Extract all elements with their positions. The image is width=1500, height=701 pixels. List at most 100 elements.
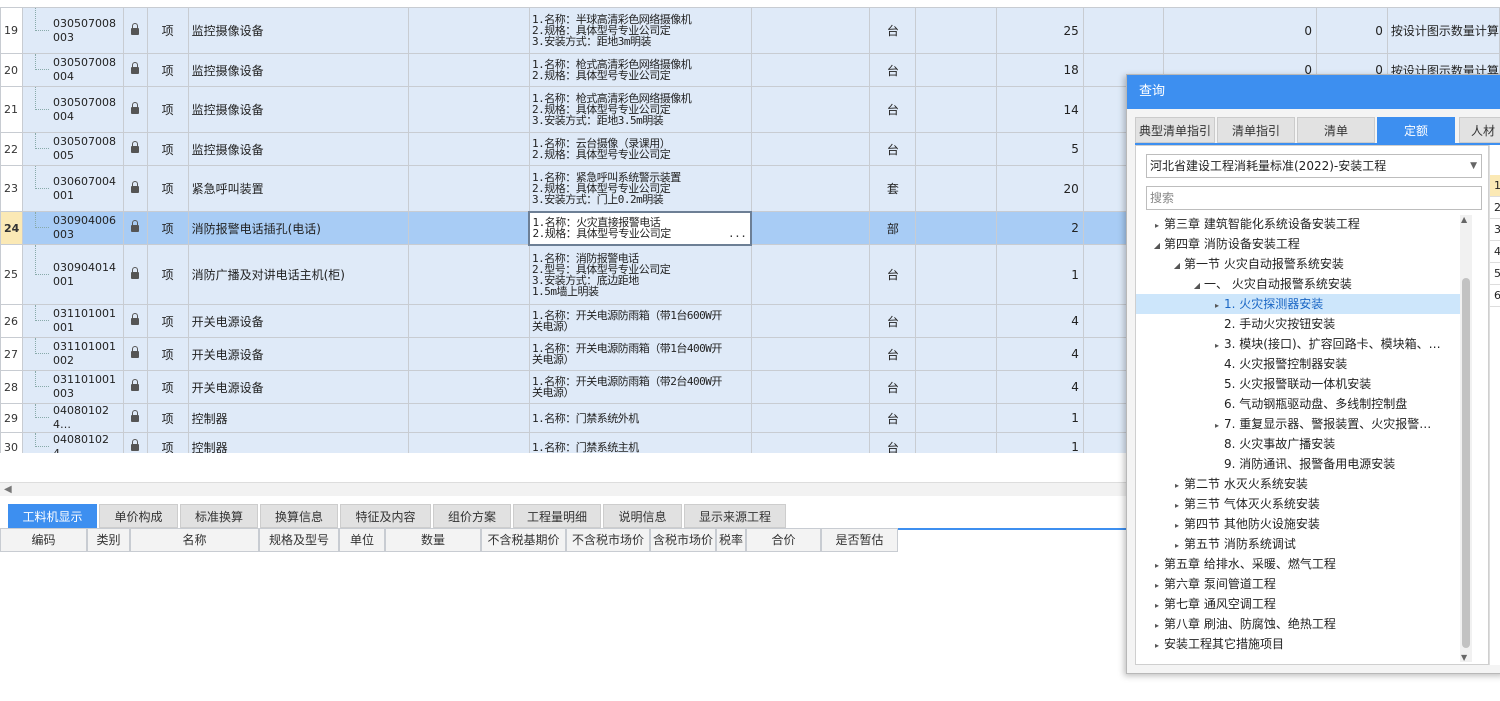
collapse-icon[interactable]: ◢	[1190, 276, 1204, 294]
tree-node[interactable]: ▸ 安装工程其它措施项目	[1136, 634, 1470, 654]
expand-icon[interactable]: ▸	[1170, 536, 1184, 554]
expand-icon[interactable]: ▸	[1150, 216, 1164, 234]
bottom-tab[interactable]: 组价方案	[433, 504, 511, 528]
scroll-down-icon[interactable]: ▼	[1461, 653, 1467, 662]
tree-node[interactable]: ▸ 第七章 通风空调工程	[1136, 594, 1470, 614]
lock-icon[interactable]	[131, 379, 140, 391]
column-header[interactable]: 类别	[87, 528, 130, 552]
tree-node[interactable]: ▸ 3. 模块(接口)、扩容回路卡、模块箱、…	[1136, 334, 1470, 354]
item-unit[interactable]: 台	[869, 337, 917, 371]
lock-icon[interactable]	[131, 22, 140, 35]
item-features[interactable]: 1.名称：门禁系统外机	[528, 403, 752, 433]
quota-row-number[interactable]: 1	[1490, 175, 1500, 197]
item-code[interactable]: 030607004001	[21, 165, 124, 212]
item-code[interactable]: 040801024…	[21, 432, 124, 453]
more-icon[interactable]: ···	[728, 231, 747, 242]
row-number[interactable]: 26	[0, 304, 23, 338]
column-header[interactable]: 不含税市场价	[566, 528, 650, 552]
tree-node[interactable]: ▸ 第二节 水灭火系统安装	[1136, 474, 1470, 494]
tree-node[interactable]: 8. 火灾事故广播安装	[1136, 434, 1470, 454]
item-quantity[interactable]: 4	[996, 370, 1084, 404]
bottom-tab[interactable]: 换算信息	[260, 504, 338, 528]
item-code[interactable]: 031101001003	[21, 370, 124, 404]
column-header[interactable]: 编码	[0, 528, 87, 552]
item-code[interactable]: 030904014001	[21, 244, 124, 305]
item-value-1[interactable]: 0	[1162, 7, 1318, 54]
query-tab[interactable]: 典型清单指引	[1135, 117, 1215, 143]
row-number[interactable]: 20	[0, 53, 23, 87]
lock-icon[interactable]	[131, 220, 140, 232]
item-quantity[interactable]: 4	[996, 304, 1084, 338]
bottom-tab[interactable]: 特征及内容	[340, 504, 431, 528]
column-header[interactable]: 单位	[339, 528, 385, 552]
item-calc-rule[interactable]: 按设计图示数量计算	[1386, 7, 1500, 54]
item-type[interactable]: 项	[146, 211, 189, 245]
item-name[interactable]: 开关电源设备	[187, 304, 410, 338]
item-features[interactable]: 1.名称：枪式高清彩色网络摄像机 2.规格：具体型号专业公司定	[528, 53, 752, 87]
item-features[interactable]: 1.名称：云台摄像（录课用） 2.规格：具体型号专业公司定	[528, 132, 752, 166]
tree-node[interactable]: ▸ 第三节 气体灭火系统安装	[1136, 494, 1470, 514]
expand-icon[interactable]: ▸	[1150, 616, 1164, 634]
item-code[interactable]: 040801024…	[21, 403, 124, 433]
tree-node[interactable]: 9. 消防通讯、报警备用电源安装	[1136, 454, 1470, 474]
tree-node[interactable]: ▸ 第六章 泵间管道工程	[1136, 574, 1470, 594]
bottom-tab[interactable]: 工程量明细	[513, 504, 601, 528]
row-number[interactable]: 27	[0, 337, 23, 371]
item-unit[interactable]: 台	[869, 86, 917, 133]
item-unit[interactable]: 台	[869, 304, 917, 338]
item-name[interactable]: 开关电源设备	[187, 337, 410, 371]
item-type[interactable]: 项	[146, 304, 189, 338]
bottom-tab[interactable]: 单价构成	[99, 504, 178, 528]
lock-icon[interactable]	[131, 410, 140, 422]
bottom-tab[interactable]: 说明信息	[603, 504, 682, 528]
tree-node[interactable]: ◢ 第一节 火灾自动报警系统安装	[1136, 254, 1470, 274]
expand-icon[interactable]: ▸	[1210, 296, 1224, 314]
quota-row-number[interactable]: 5	[1490, 263, 1500, 285]
bottom-tab[interactable]: 标准换算	[180, 504, 258, 528]
item-name[interactable]: 监控摄像设备	[187, 132, 410, 166]
item-value-2[interactable]: 0	[1316, 7, 1388, 54]
item-quantity[interactable]: 1	[996, 403, 1084, 433]
row-number[interactable]: 24	[0, 211, 23, 245]
bottom-tab[interactable]: 工料机显示	[8, 504, 97, 528]
column-header[interactable]: 数量	[385, 528, 481, 552]
item-quantity[interactable]: 5	[996, 132, 1084, 166]
item-code[interactable]: 030904006003	[21, 211, 124, 245]
query-tab[interactable]: 人材	[1459, 117, 1500, 143]
item-name[interactable]: 消防报警电话插孔(电话)	[187, 211, 410, 245]
item-code[interactable]: 030507008004	[21, 86, 124, 133]
tree-node[interactable]: ▸ 第四节 其他防火设施安装	[1136, 514, 1470, 534]
item-unit[interactable]: 套	[869, 165, 917, 212]
item-name[interactable]: 监控摄像设备	[187, 7, 410, 54]
expand-icon[interactable]: ▸	[1150, 556, 1164, 574]
query-tab[interactable]: 清单指引	[1217, 117, 1295, 143]
item-name[interactable]: 控制器	[187, 403, 410, 433]
column-header[interactable]: 含税市场价	[650, 528, 716, 552]
item-type[interactable]: 项	[146, 337, 189, 371]
lock-icon[interactable]	[131, 62, 140, 74]
item-quantity[interactable]: 4	[996, 337, 1084, 371]
tree-node[interactable]: ▸ 第三章 建筑智能化系统设备安装工程	[1136, 214, 1470, 234]
library-select[interactable]: 河北省建设工程消耗量标准(2022)-安装工程 ▼	[1146, 154, 1482, 178]
item-code[interactable]: 030507008005	[21, 132, 124, 166]
item-features[interactable]: 1.名称：半球高清彩色网络摄像机 2.规格：具体型号专业公司定 3.安装方式：距…	[528, 7, 752, 54]
item-unit[interactable]: 台	[869, 432, 917, 453]
item-features[interactable]: 1.名称：枪式高清彩色网络摄像机 2.规格：具体型号专业公司定 3.安装方式：距…	[528, 86, 752, 133]
item-features[interactable]: 1.名称：消防报警电话 2.型号：具体型号专业公司定 3.安装方式：底边距地 1…	[528, 244, 752, 305]
item-name[interactable]: 控制器	[187, 432, 410, 453]
item-quantity[interactable]: 20	[996, 165, 1084, 212]
row-number[interactable]: 29	[0, 403, 23, 433]
item-unit[interactable]: 台	[869, 53, 917, 87]
expand-icon[interactable]: ▸	[1170, 496, 1184, 514]
column-header[interactable]: 规格及型号	[259, 528, 339, 552]
item-code[interactable]: 031101001002	[21, 337, 124, 371]
column-header[interactable]: 名称	[130, 528, 259, 552]
table-row[interactable]: 19 030507008003 项 监控摄像设备 1.名称：半球高清彩色网络摄像机 2.…	[0, 7, 1500, 54]
item-name[interactable]: 开关电源设备	[187, 370, 410, 404]
chevron-down-icon[interactable]: ▼	[1470, 155, 1477, 177]
item-type[interactable]: 项	[146, 165, 189, 212]
bottom-tab[interactable]: 显示来源工程	[684, 504, 786, 528]
lock-icon[interactable]	[131, 313, 140, 325]
expand-icon[interactable]: ▸	[1210, 336, 1224, 354]
quota-row-number[interactable]: 6	[1490, 285, 1500, 307]
